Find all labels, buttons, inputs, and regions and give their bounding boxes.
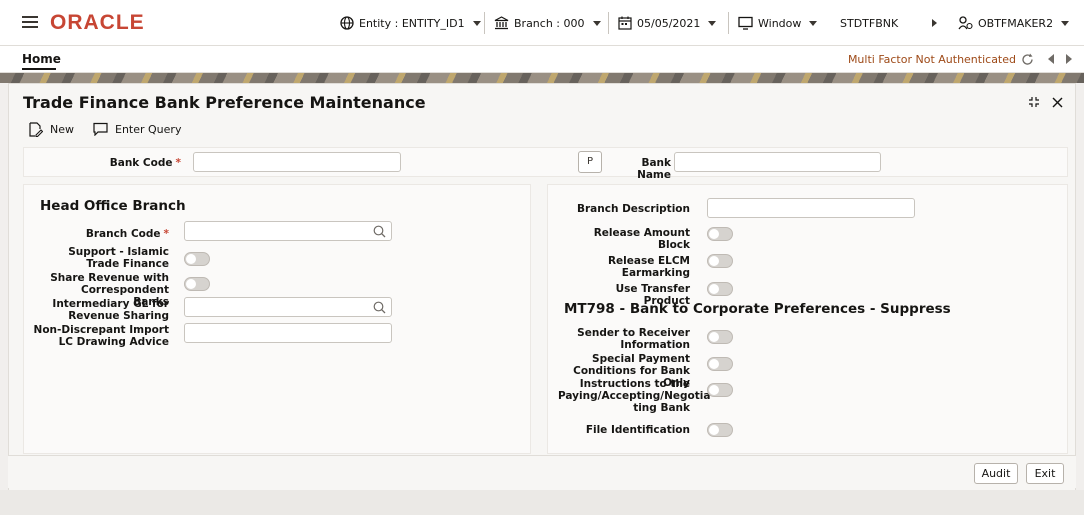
p-button[interactable]: P	[578, 151, 602, 173]
sender-receiver-toggle[interactable]	[707, 330, 733, 344]
globe-icon	[340, 16, 354, 30]
arrow-left-icon[interactable]	[1048, 54, 1054, 64]
new-button[interactable]: New	[29, 122, 74, 137]
support-islamic-toggle[interactable]	[184, 252, 210, 266]
tab-underline	[22, 68, 56, 70]
entity-label: Entity : ENTITY_ID1	[359, 16, 465, 30]
footer-band	[0, 490, 1084, 515]
header-panel: Bank Code * P Bank Name	[23, 147, 1068, 181]
tab-home[interactable]: Home	[22, 52, 61, 66]
date-label: 05/05/2021	[637, 16, 701, 30]
new-document-icon	[29, 122, 43, 137]
calendar-icon	[618, 16, 632, 30]
exit-button[interactable]: Exit	[1026, 463, 1064, 484]
intermediary-gl-label: Intermediary GL for Revenue Sharing	[52, 298, 169, 322]
non-discrepant-input[interactable]	[184, 323, 392, 343]
instructions-toggle[interactable]	[707, 383, 733, 397]
bank-code-input[interactable]	[193, 152, 401, 172]
separator	[608, 12, 609, 34]
entity-selector[interactable]: Entity : ENTITY_ID1	[340, 14, 481, 32]
refresh-icon[interactable]	[1021, 53, 1034, 66]
non-discrepant-label: Non-Discrepant Import LC Drawing Advice	[33, 324, 169, 348]
audit-button[interactable]: Audit	[974, 463, 1018, 484]
chevron-down-icon	[809, 20, 818, 26]
date-selector[interactable]: 05/05/2021	[618, 14, 717, 32]
release-elcm-toggle[interactable]	[707, 254, 733, 268]
section-title-mt798: MT798 - Bank to Corporate Preferences - …	[564, 301, 951, 317]
bank-name-input[interactable]	[674, 152, 881, 172]
branch-description-input[interactable]	[707, 198, 915, 218]
head-office-panel: Head Office Branch Branch Code * Support …	[23, 184, 531, 454]
search-icon[interactable]	[373, 225, 386, 238]
window-controls	[1028, 96, 1063, 108]
branch-selector[interactable]: Branch : 000	[494, 14, 601, 32]
chat-icon	[93, 122, 108, 136]
chevron-down-icon	[1061, 20, 1070, 26]
bank-name-label: Bank Name	[637, 157, 671, 181]
arrow-right-icon[interactable]	[1066, 54, 1072, 64]
sender-receiver-label: Sender to Receiver Information	[577, 327, 690, 351]
footer-bar: Audit Exit	[8, 455, 1076, 488]
branch-code-selector[interactable]: STDTFBNK	[840, 14, 898, 32]
user-menu[interactable]: OBTFMAKER2	[958, 14, 1070, 32]
release-elcm-label: Release ELCM Earmarking	[607, 255, 690, 279]
new-label: New	[50, 123, 74, 136]
user-icon	[958, 16, 973, 30]
user-label: OBTFMAKER2	[978, 16, 1054, 30]
separator	[728, 12, 729, 34]
bank-icon	[494, 16, 509, 30]
window-selector[interactable]: Window	[738, 14, 818, 32]
home-tab-row: Home Multi Factor Not Authenticated	[0, 46, 1084, 73]
chevron-down-icon	[592, 20, 601, 26]
file-identification-toggle[interactable]	[707, 423, 733, 437]
branch-description-label: Branch Description	[576, 203, 690, 215]
enter-query-label: Enter Query	[115, 122, 182, 136]
oracle-logo: ORACLE	[50, 11, 145, 34]
release-amount-label: Release Amount Block	[593, 227, 690, 251]
chevron-down-icon	[472, 20, 481, 26]
share-revenue-toggle[interactable]	[184, 277, 210, 291]
section-title-head-office: Head Office Branch	[40, 198, 186, 214]
top-bar: ORACLE Entity : ENTITY_ID1 Branch : 000 …	[0, 0, 1084, 46]
chevron-right-icon[interactable]	[932, 19, 937, 27]
collapse-icon[interactable]	[1028, 96, 1040, 108]
file-identification-label: File Identification	[585, 424, 690, 436]
preferences-panel: Branch Description Release Amount Block …	[547, 184, 1068, 454]
intermediary-gl-input[interactable]	[184, 297, 392, 317]
branch-label: Branch : 000	[514, 16, 585, 30]
instructions-label: Instructions to the Paying/Accepting/Neg…	[558, 378, 711, 414]
page-title: Trade Finance Bank Preference Maintenanc…	[23, 93, 426, 112]
special-payment-toggle[interactable]	[707, 357, 733, 371]
search-icon[interactable]	[373, 301, 386, 314]
branch-code-input[interactable]	[184, 221, 392, 241]
decorative-banner	[0, 73, 1084, 83]
window-icon	[738, 16, 753, 30]
support-islamic-label: Support - Islamic Trade Finance	[68, 246, 169, 270]
window-label: Window	[758, 16, 802, 30]
use-transfer-toggle[interactable]	[707, 282, 733, 296]
branch-code-label: Branch Code *	[85, 228, 169, 240]
branch-code-label: STDTFBNK	[840, 16, 899, 30]
close-icon[interactable]	[1052, 97, 1063, 108]
chevron-down-icon	[708, 20, 717, 26]
enter-query-button[interactable]: Enter Query	[93, 122, 181, 136]
mfa-status: Multi Factor Not Authenticated	[847, 53, 1016, 66]
hamburger-menu-icon[interactable]	[22, 16, 38, 29]
bank-code-label: Bank Code *	[109, 157, 181, 169]
separator	[484, 12, 485, 34]
bank-preference-form: Trade Finance Bank Preference Maintenanc…	[8, 83, 1076, 508]
release-amount-toggle[interactable]	[707, 227, 733, 241]
